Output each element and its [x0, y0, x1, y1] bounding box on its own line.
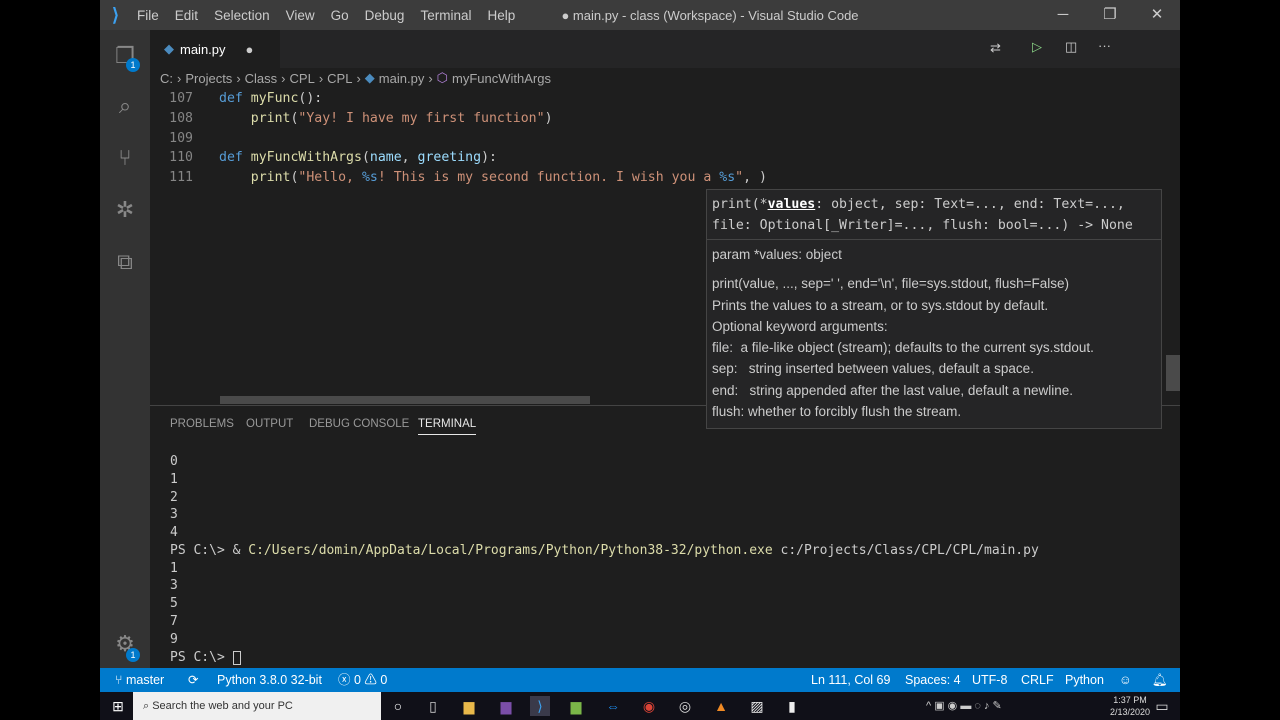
function-symbol-icon: ⬡: [436, 70, 449, 85]
menu-file[interactable]: File: [129, 8, 167, 23]
source-control-icon[interactable]: ⑂: [100, 134, 150, 182]
encoding[interactable]: UTF-8: [972, 668, 1007, 692]
crumb[interactable]: main.py: [379, 71, 425, 86]
crumb[interactable]: C:: [160, 71, 173, 86]
crumb[interactable]: Projects: [185, 71, 232, 86]
branch-button[interactable]: ⑂ master: [115, 668, 164, 692]
crumb[interactable]: Class: [245, 71, 278, 86]
horizontal-scrollbar[interactable]: [220, 396, 590, 404]
file-explorer-icon[interactable]: ▆: [459, 696, 479, 716]
menu-selection[interactable]: Selection: [206, 8, 278, 23]
menu-debug[interactable]: Debug: [357, 8, 413, 23]
code-line: print("Yay! I have my first function"): [250, 111, 553, 126]
task-view-icon[interactable]: ▯: [423, 696, 443, 716]
teamviewer-icon[interactable]: ⇔: [603, 696, 623, 716]
signature: print(*values: object, sep: Text=..., en…: [707, 190, 1161, 240]
compare-icon[interactable]: ⇄: [990, 40, 1001, 56]
python-interpreter[interactable]: Python 3.8.0 32-bit: [217, 668, 322, 692]
vscode-taskbar-icon[interactable]: ⟩: [530, 696, 550, 716]
crumb[interactable]: CPL: [327, 71, 352, 86]
sync-icon[interactable]: ⟳: [188, 668, 198, 692]
tab-output[interactable]: OUTPUT: [246, 418, 293, 430]
chrome-icon[interactable]: ◉: [639, 696, 659, 716]
tab-problems[interactable]: PROBLEMS: [170, 418, 234, 430]
tab-main-py[interactable]: ◆ main.py ●: [150, 30, 280, 68]
activity-bar: ❐ 1 ⌕ ⑂ ✲ ⧉ ⚙ 1: [100, 30, 150, 668]
close-button[interactable]: ✕: [1134, 0, 1180, 30]
vlc-icon[interactable]: ▲: [711, 696, 731, 716]
code-line: def myFunc():: [219, 91, 323, 106]
python-file-icon: ◆: [164, 41, 174, 56]
panel: PROBLEMS OUTPUT DEBUG CONSOLE TERMINAL 0…: [150, 405, 1180, 668]
tab-modified-dot[interactable]: ●: [246, 42, 254, 57]
run-icon[interactable]: ▷: [1032, 39, 1042, 55]
crumb[interactable]: myFuncWithArgs: [452, 71, 551, 86]
vscode-window: ⟩ File Edit Selection View Go Debug Term…: [100, 0, 1180, 692]
status-bar: ⑂ master ⟳ Python 3.8.0 32-bit ⓧ 0 ⚠ 0 L…: [100, 668, 1180, 692]
title-bar: ⟩ File Edit Selection View Go Debug Term…: [100, 0, 1180, 30]
search-icon[interactable]: ⌕: [100, 82, 150, 130]
photos-icon[interactable]: ▨: [747, 696, 767, 716]
line-number: 110: [169, 150, 193, 165]
cortana-icon[interactable]: ○: [388, 696, 408, 716]
breadcrumb: C: › Projects › Class › CPL › CPL › ◆ main.py ›…: [160, 70, 551, 86]
notifications-bell-icon[interactable]: 🔔︎: [1152, 668, 1168, 692]
active-parameter: values: [767, 197, 816, 212]
vertical-scrollbar[interactable]: [1166, 355, 1180, 391]
indentation[interactable]: Spaces: 4: [905, 668, 961, 692]
code-line: def myFuncWithArgs(name, greeting):: [219, 150, 497, 165]
crumb[interactable]: CPL: [290, 71, 315, 86]
settings-badge: 1: [126, 648, 140, 662]
documentation: param *values: object print(value, ..., …: [712, 247, 1094, 420]
line-number: 109: [169, 131, 193, 146]
extensions-icon[interactable]: ⧉: [100, 238, 150, 286]
settings-gear-icon[interactable]: ⚙ 1: [100, 620, 150, 668]
menu-terminal[interactable]: Terminal: [412, 8, 479, 23]
signature-help-popup: print(*values: object, sep: Text=..., en…: [706, 189, 1162, 430]
menu-go[interactable]: Go: [323, 8, 357, 23]
split-editor-icon[interactable]: ◫: [1065, 39, 1077, 55]
line-endings[interactable]: CRLF: [1021, 668, 1054, 692]
tab-label: main.py: [180, 41, 226, 57]
python-file-icon: ◆: [364, 70, 375, 85]
debug-icon[interactable]: ✲: [100, 186, 150, 234]
menu-view[interactable]: View: [278, 8, 323, 23]
restore-button[interactable]: ❐: [1087, 0, 1133, 30]
problems-indicator[interactable]: ⓧ 0 ⚠ 0: [338, 668, 387, 692]
clock[interactable]: 1:37 PM 2/13/2020: [1110, 694, 1150, 718]
feedback-smiley-icon[interactable]: ☺: [1119, 668, 1132, 692]
menu-help[interactable]: Help: [479, 8, 523, 23]
code-line: print("Hello, %s! This is my second func…: [250, 170, 767, 185]
explorer-badge: 1: [126, 58, 140, 72]
app-icon[interactable]: ▆: [566, 696, 586, 716]
windows-start-icon[interactable]: ⊞: [108, 696, 128, 716]
more-actions-icon[interactable]: ···: [1098, 38, 1111, 53]
app-icon[interactable]: ▆: [496, 696, 516, 716]
obs-icon[interactable]: ◎: [675, 696, 695, 716]
action-center-icon[interactable]: ▭: [1152, 696, 1172, 716]
taskbar-search[interactable]: ⌕ Search the web and your PC: [133, 692, 381, 720]
tab-bar: ◆ main.py ● ⇄ ▷ ◫ ···: [150, 30, 1180, 68]
tray-icons[interactable]: ^ ▣ ◉ ▬ ◌ ♪ ✎: [926, 696, 1002, 716]
cursor-position[interactable]: Ln 111, Col 69: [811, 668, 890, 692]
line-number: 108: [169, 111, 193, 126]
explorer-icon[interactable]: ❐ 1: [100, 32, 150, 80]
line-number: 111: [169, 170, 193, 185]
menu-edit[interactable]: Edit: [167, 8, 206, 23]
cursor: [232, 650, 241, 665]
language-mode[interactable]: Python: [1065, 668, 1104, 692]
minimize-button[interactable]: ─: [1040, 0, 1086, 30]
vscode-logo-icon: ⟩: [112, 4, 120, 25]
tab-terminal[interactable]: TERMINAL: [418, 418, 477, 435]
windows-taskbar: ⊞ ⌕ Search the web and your PC ○ ▯ ▆ ▆ ⟩…: [100, 692, 1180, 720]
video-editor-icon[interactable]: ▮: [782, 696, 802, 716]
tab-debug-console[interactable]: DEBUG CONSOLE: [309, 418, 409, 430]
line-number: 107: [169, 91, 193, 106]
